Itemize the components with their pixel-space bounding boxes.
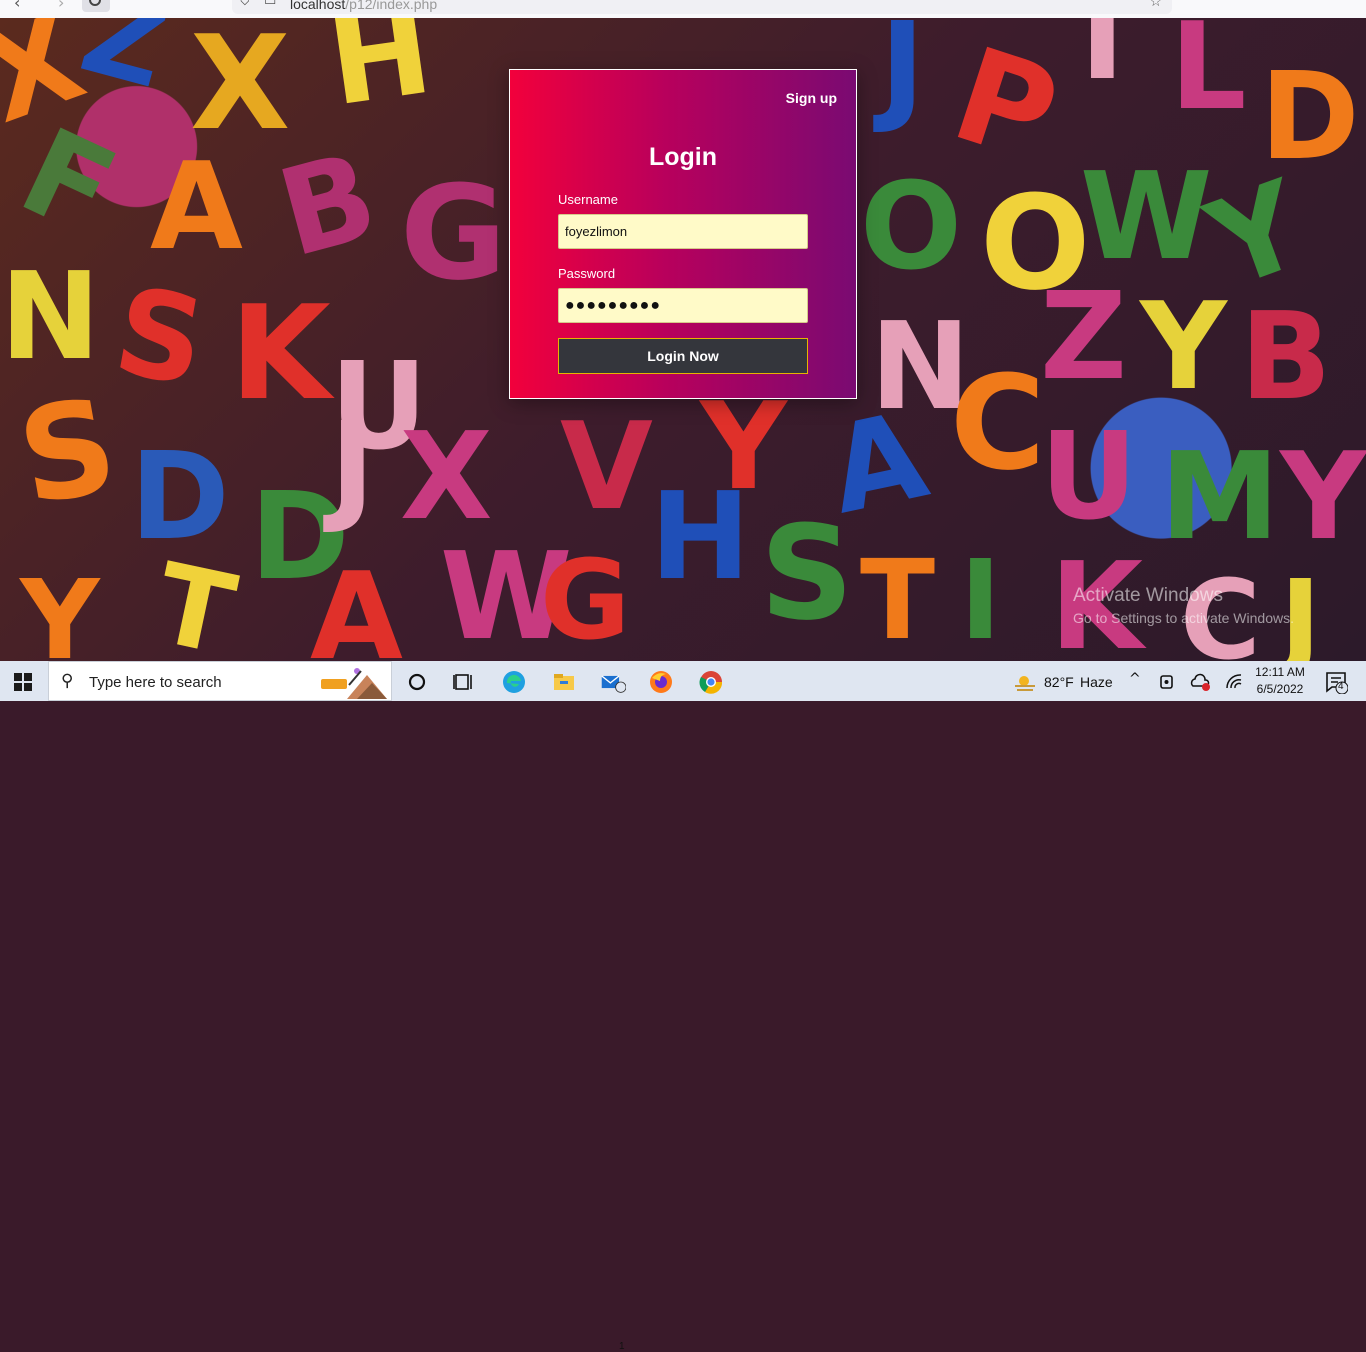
- svg-text:Y: Y: [1138, 278, 1229, 417]
- task-view-icon[interactable]: [451, 669, 477, 695]
- browser-toolbar: ‹ › ⛉ ▭ localhost/p12/index.php ☆: [0, 0, 1366, 18]
- start-button[interactable]: [14, 673, 32, 691]
- search-highlight-art: [321, 668, 387, 699]
- svg-text:U: U: [1040, 408, 1137, 547]
- meet-now-icon[interactable]: [1158, 672, 1178, 692]
- clock-time: 12:11 AM: [1255, 665, 1305, 679]
- onedrive-error-icon[interactable]: [1190, 672, 1212, 692]
- mail-badge: 1: [619, 1341, 625, 1352]
- bookmark-star-icon[interactable]: ☆: [1149, 0, 1162, 10]
- search-placeholder: Type here to search: [89, 674, 222, 691]
- cortana-icon[interactable]: [404, 669, 430, 695]
- wifi-icon[interactable]: [1224, 672, 1244, 692]
- username-label: Username: [558, 192, 618, 207]
- firefox-icon[interactable]: [648, 669, 674, 695]
- mail-icon[interactable]: [600, 669, 626, 695]
- svg-text:I: I: [1080, 18, 1125, 107]
- chevron-up-icon[interactable]: ^: [1129, 671, 1141, 687]
- login-card: Sign up Login Username Password Login No…: [509, 69, 857, 399]
- svg-text:S: S: [105, 262, 214, 414]
- reload-button[interactable]: [82, 0, 110, 12]
- svg-text:C: C: [950, 347, 1045, 499]
- back-icon[interactable]: ‹: [14, 0, 20, 12]
- svg-text:H: H: [321, 18, 440, 133]
- svg-text:I: I: [960, 536, 1001, 661]
- file-explorer-icon[interactable]: [551, 669, 577, 695]
- username-input[interactable]: [558, 214, 808, 249]
- svg-text:J: J: [873, 18, 925, 137]
- system-clock[interactable]: 12:11 AM 6/5/2022: [1254, 664, 1306, 698]
- page-icon: ▭: [264, 0, 277, 9]
- svg-text:O: O: [860, 158, 962, 297]
- reload-icon: [89, 0, 101, 6]
- signup-link[interactable]: Sign up: [786, 90, 837, 106]
- svg-text:B: B: [1240, 288, 1331, 427]
- url-text: localhost/p12/index.php: [290, 0, 438, 12]
- clock-date: 6/5/2022: [1256, 682, 1304, 696]
- weather-desc: Haze: [1080, 674, 1113, 690]
- svg-text:A: A: [310, 548, 403, 661]
- svg-text:M: M: [1160, 428, 1279, 567]
- weather-haze-icon[interactable]: [1012, 669, 1038, 695]
- watermark-subtitle: Go to Settings to activate Windows.: [1073, 610, 1294, 626]
- address-bar[interactable]: ⛉ ▭ localhost/p12/index.php ☆: [232, 0, 1172, 14]
- weather-temp: 82°F: [1044, 674, 1074, 690]
- forward-icon[interactable]: ›: [58, 0, 64, 12]
- svg-text:V: V: [560, 398, 653, 537]
- svg-text:N: N: [0, 248, 100, 387]
- shield-icon: ⛉: [240, 0, 250, 9]
- svg-text:A: A: [150, 138, 243, 277]
- svg-text:J: J: [323, 398, 375, 537]
- taskbar: ⚲ Type here to search 1 82°F Haze ^ 12:1…: [0, 661, 1366, 1352]
- svg-text:G: G: [400, 157, 507, 309]
- svg-text:S: S: [760, 497, 854, 649]
- password-input[interactable]: [558, 288, 808, 323]
- svg-text:W: W: [1080, 148, 1212, 287]
- login-now-button[interactable]: Login Now: [558, 338, 808, 374]
- svg-text:Y: Y: [18, 556, 101, 661]
- password-label: Password: [558, 266, 616, 281]
- svg-text:L: L: [1170, 18, 1246, 137]
- svg-text:G: G: [540, 536, 630, 661]
- svg-text:K: K: [230, 277, 335, 429]
- edge-icon[interactable]: [501, 669, 527, 695]
- watermark-title: Activate Windows: [1073, 585, 1223, 606]
- login-title: Login: [648, 143, 718, 171]
- notification-count: 4: [1338, 681, 1344, 692]
- svg-text:B: B: [266, 127, 390, 285]
- activate-windows-watermark: Activate Windows Go to Settings to activ…: [1073, 585, 1294, 626]
- svg-text:Y: Y: [1278, 428, 1366, 567]
- svg-text:X: X: [400, 408, 493, 547]
- notification-center-icon[interactable]: [1324, 670, 1348, 694]
- search-icon: ⚲: [61, 671, 74, 691]
- chrome-icon[interactable]: [698, 669, 724, 695]
- svg-text:Z: Z: [1040, 268, 1127, 407]
- taskbar-search-box[interactable]: ⚲ Type here to search: [48, 661, 392, 701]
- svg-text:T: T: [860, 536, 935, 661]
